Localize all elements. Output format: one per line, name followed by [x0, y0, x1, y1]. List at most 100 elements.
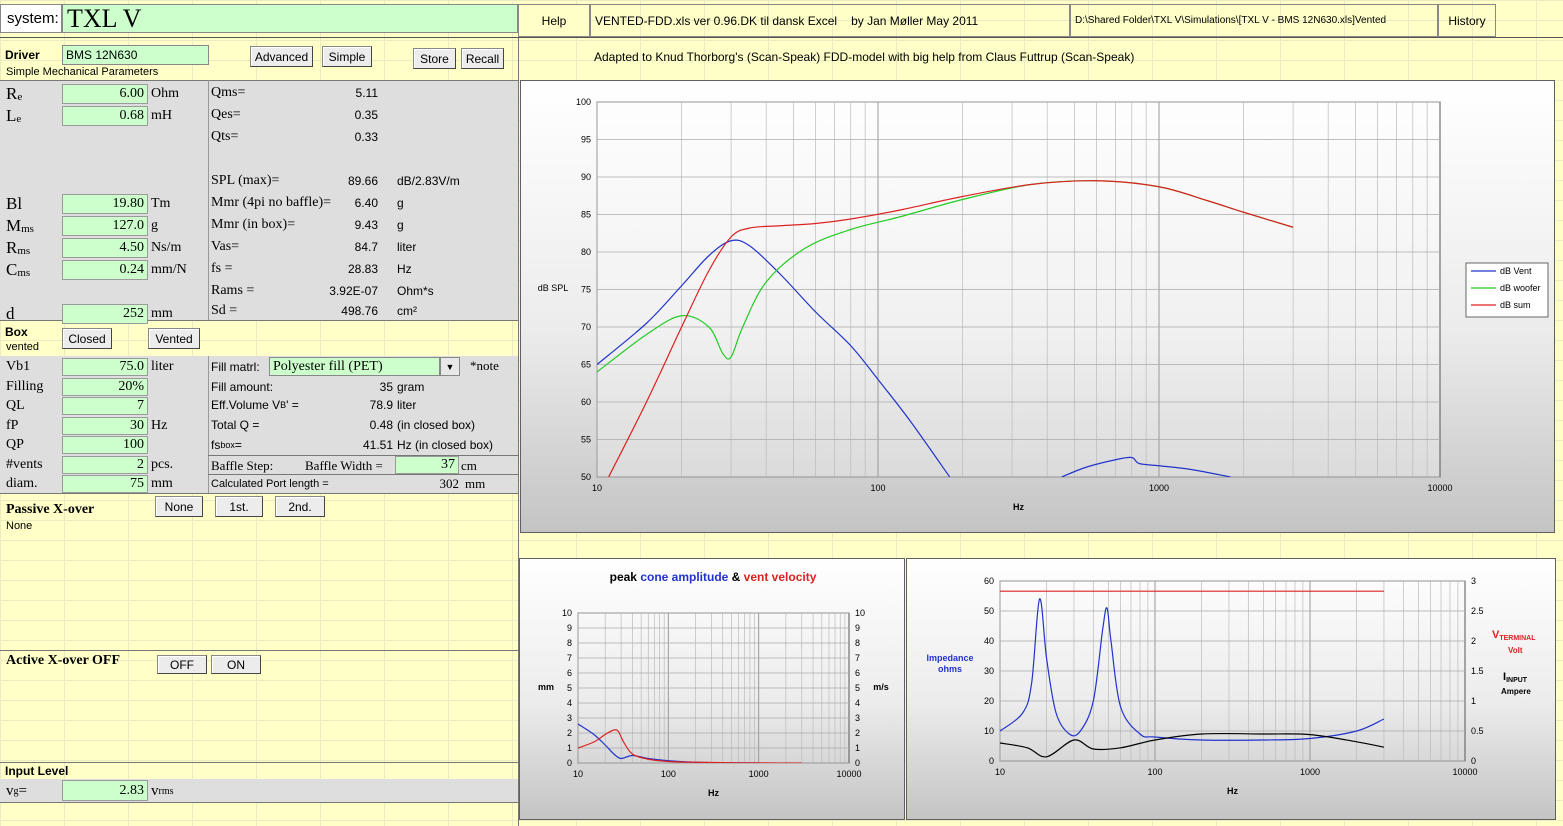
box-row-field[interactable]: 75	[62, 475, 148, 493]
y-tick-label: 0	[989, 756, 994, 766]
baffle-width-field[interactable]: 37	[395, 456, 459, 474]
system-label: system:	[0, 4, 62, 33]
port-length-label: Calculated Port length =	[211, 478, 329, 490]
active-off-button[interactable]: OFF	[157, 655, 207, 674]
title-part: cone amplitude	[640, 570, 728, 584]
y-tick-label: 90	[581, 172, 591, 182]
param-field-cms[interactable]: 0.24	[62, 260, 148, 280]
y-tick-label: 60	[984, 576, 994, 586]
x-tick-label: 1000	[749, 769, 769, 779]
system-name[interactable]: TXL V	[62, 4, 518, 33]
y-tick-label: 95	[581, 135, 591, 145]
rule	[0, 762, 518, 763]
fill-material-label: Fill matrl:	[211, 360, 260, 374]
vg-main: v	[6, 782, 14, 799]
box-row-field[interactable]: 2	[62, 455, 148, 474]
box-row-field[interactable]: 7	[62, 397, 148, 415]
series-line-vent-velocity	[578, 729, 802, 763]
derived-value: 0.35	[354, 108, 378, 122]
param-field-le[interactable]: 0.68	[62, 106, 148, 126]
box-row-label: #vents	[6, 456, 43, 472]
derived-unit: Hz	[397, 262, 412, 276]
box-right-unit: gram	[397, 380, 425, 394]
recall-button[interactable]: Recall	[461, 48, 504, 69]
author-text: by Jan Møller May 2011	[851, 13, 979, 28]
spl-chart: 50 55 60 65 70 75 80 85 90 95 100 10 100 1000 10000 Hz d…	[520, 80, 1555, 533]
param-field-rms[interactable]: 4.50	[62, 238, 148, 258]
xover-2nd-button[interactable]: 2nd.	[275, 496, 325, 517]
y-tick-label: 1	[567, 743, 572, 753]
param-label-bl: Bl	[6, 194, 22, 214]
simple-button[interactable]: Simple	[322, 46, 372, 67]
history-button[interactable]: History	[1438, 4, 1496, 37]
derived-label: Qts=	[211, 129, 239, 144]
box-row-field[interactable]: 75.0	[62, 358, 148, 376]
y-tick-label: 60	[581, 397, 591, 407]
y-tick-label: 7	[567, 653, 572, 663]
y-tick-label: 5	[567, 683, 572, 693]
derived-value: 84.7	[354, 240, 378, 254]
box-row-unit: liter	[151, 359, 174, 374]
box-row-unit: Hz	[151, 417, 168, 433]
param-subscript: ms	[17, 267, 31, 279]
param-symbol: d	[6, 304, 15, 323]
xover-1st-button[interactable]: 1st.	[215, 496, 263, 517]
y2-tick-label: 1.5	[1471, 666, 1484, 676]
series-group	[1000, 590, 1385, 758]
derived-value: 498.76	[341, 304, 378, 318]
xover-none-button[interactable]: None	[155, 496, 203, 517]
param-field-d[interactable]: 252	[62, 304, 148, 324]
fill-note: *note	[470, 358, 499, 373]
help-button[interactable]: Help	[518, 4, 590, 37]
param-field-re[interactable]: 6.00	[62, 84, 148, 104]
box-row-field[interactable]: 100	[62, 436, 148, 454]
box-row-unit: pcs.	[151, 456, 174, 472]
derived-unit: g	[397, 218, 404, 232]
x-tick-label: 100	[661, 769, 676, 779]
box-right-label-text: Eff.Volume V	[211, 398, 281, 412]
box-right-label: Fill amount:	[211, 378, 273, 396]
passive-xover-state: None	[6, 520, 33, 532]
param-field-bl[interactable]: 19.80	[62, 194, 148, 214]
vterminal-sub: TERMINAL	[1499, 635, 1536, 642]
vrms-main: v	[151, 782, 159, 799]
derived-unit: dB/2.83V/m	[397, 174, 460, 188]
y2-tick-label: 8	[855, 638, 860, 648]
y-tick-label: 2	[567, 728, 572, 738]
fill-material-select[interactable]: Polyester fill (PET)	[269, 357, 440, 376]
advanced-button[interactable]: Advanced	[250, 46, 313, 67]
param-unit: Ns/m	[151, 240, 182, 255]
x-tick-label: 1000	[1149, 483, 1169, 493]
x-tick-label: 100	[1147, 767, 1162, 777]
param-symbol: R	[6, 84, 18, 103]
store-button[interactable]: Store	[413, 48, 456, 69]
derived-unit: cm²	[397, 304, 417, 318]
baffle-unit: cm	[461, 457, 477, 473]
y-tick-label: 10	[984, 726, 994, 736]
box-row-label: QL	[6, 398, 25, 413]
driver-name-field[interactable]: BMS 12N630	[62, 45, 209, 65]
box-row-field[interactable]: 20%	[62, 377, 148, 396]
cone-chart-title: peak cone amplitude & vent velocity	[610, 570, 817, 584]
param-field-mms[interactable]: 127.0	[62, 216, 148, 236]
derived-value: 5.11	[355, 86, 378, 100]
x-tick-label: 100	[870, 483, 885, 493]
rule	[208, 474, 518, 475]
param-subscript: ms	[21, 223, 34, 235]
closed-button[interactable]: Closed	[62, 328, 112, 349]
box-row-field[interactable]: 30	[62, 416, 148, 435]
input-voltage-field[interactable]: 2.83	[62, 780, 148, 801]
param-symbol: Bl	[6, 194, 23, 213]
port-length-unit: mm	[465, 476, 486, 491]
vg-symbol: vg =	[6, 781, 27, 801]
baffle-width-label: Baffle Width =	[305, 457, 383, 473]
vented-button[interactable]: Vented	[148, 328, 200, 349]
active-on-button[interactable]: ON	[211, 655, 261, 674]
title-part: &	[728, 570, 743, 584]
rule	[208, 356, 209, 493]
rule	[0, 802, 518, 803]
dropdown-arrow-icon[interactable]: ▼	[440, 357, 460, 376]
y-tick-label: 55	[581, 435, 591, 445]
derived-value: 89.66	[347, 174, 378, 188]
y-axis-label: mm	[538, 682, 554, 692]
